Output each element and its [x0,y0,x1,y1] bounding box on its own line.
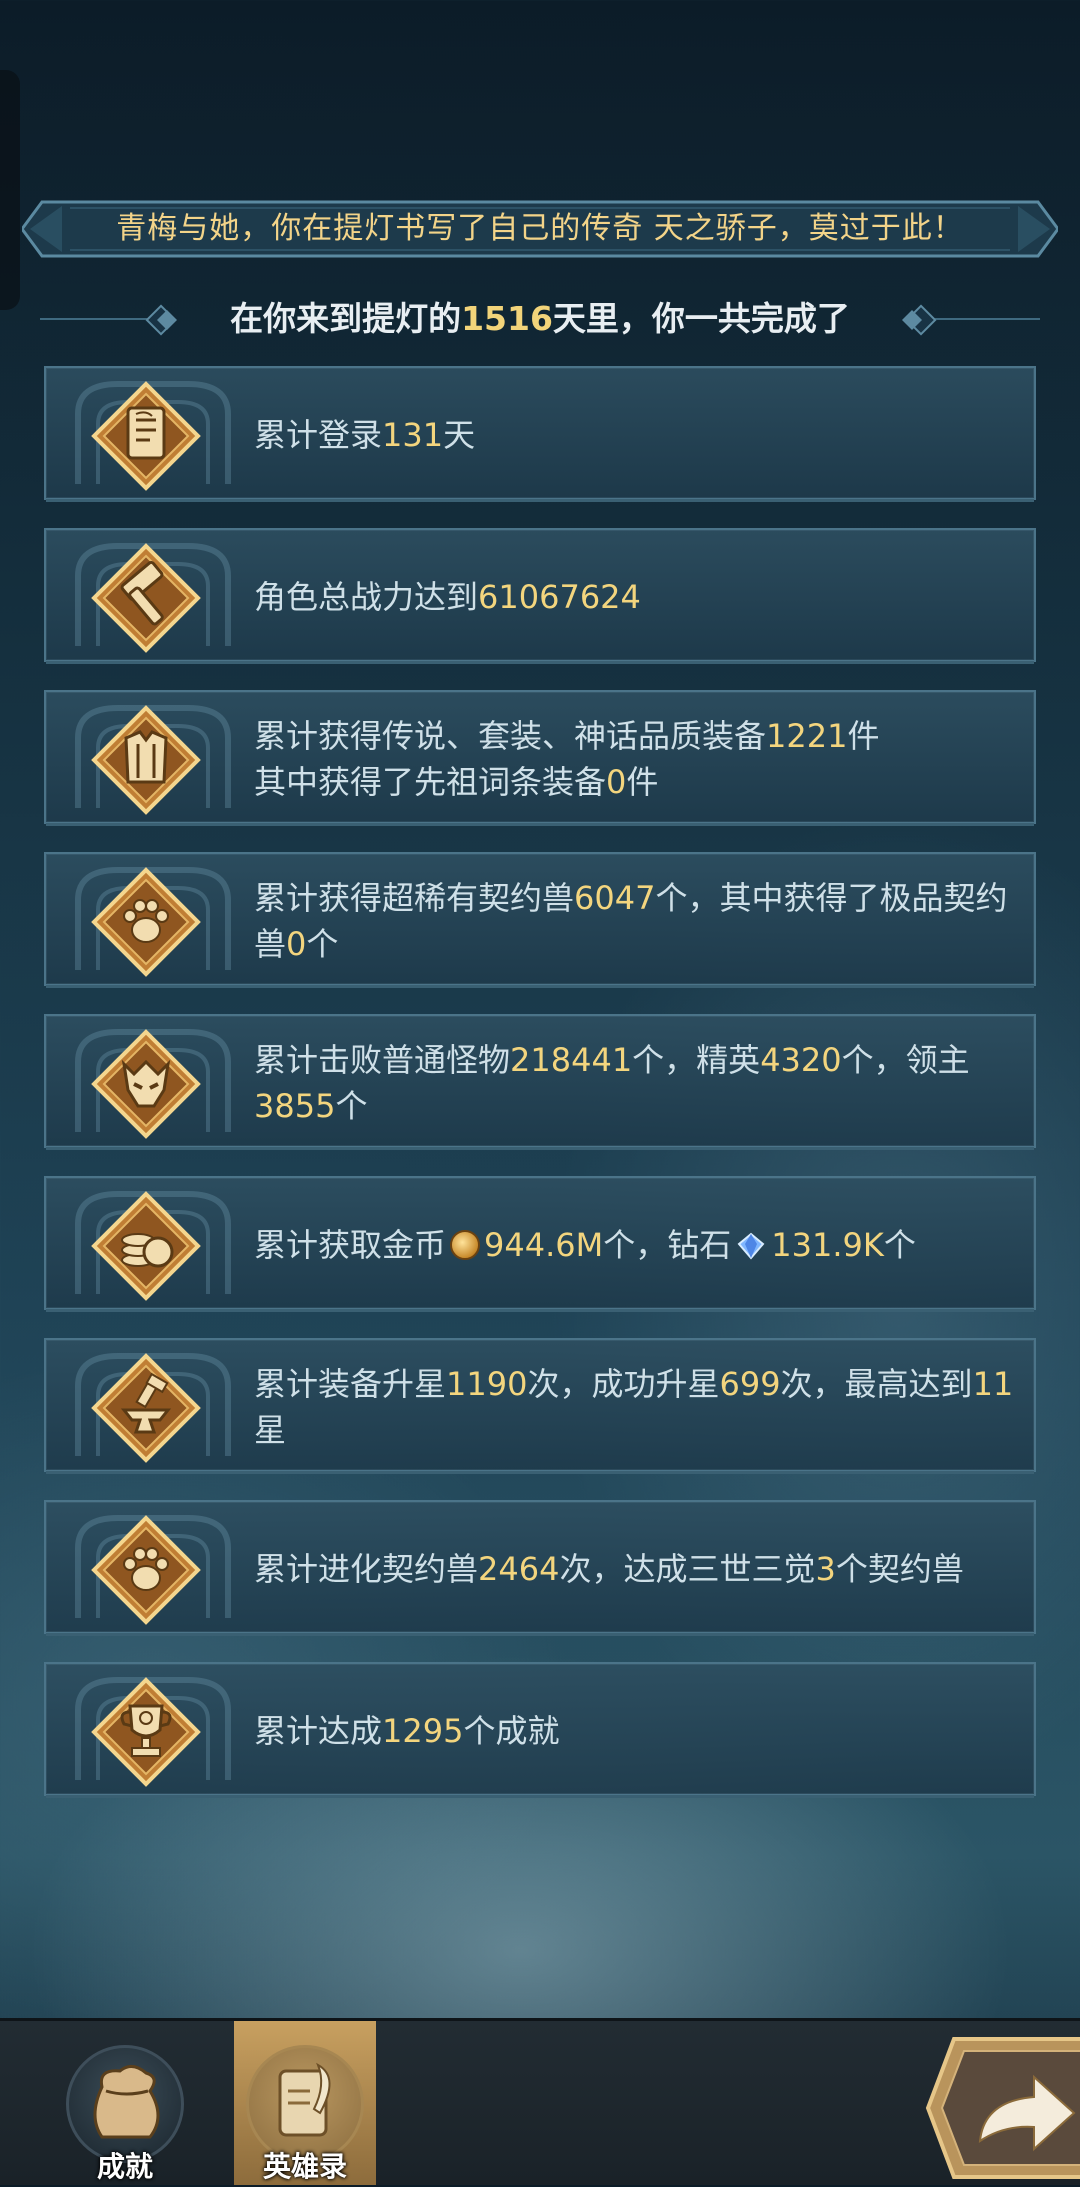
pouch-icon [93,2065,160,2139]
record-card: 累计登录131天 [44,366,1036,502]
trophy-icon [90,1676,202,1788]
record-card: 累计装备升星1190次，成功升星699次，最高达到11 星 [44,1338,1036,1474]
summary-prefix: 在你来到提灯的 [230,299,462,338]
record-label: 次，成功升星 [527,1365,720,1403]
record-card: 累计击败普通怪物218441个，精英4320个，领主 3855个 [44,1014,1036,1150]
tab-achievements[interactable]: 成就 [54,2021,196,2185]
record-label: 角色总战力达到 [254,578,479,616]
record-text: 角色总战力达到61067624 [254,530,1024,664]
record-value: 131 [382,416,444,454]
record-value: 6047 [574,879,656,917]
record-text: 累计登录131天 [254,368,1024,502]
record-label: 次，达成三世三觉 [559,1550,816,1588]
record-text: 累计获得传说、套装、神话品质装备1221件 其中获得了先祖词条装备0件 [254,692,1024,826]
record-value: 61067624 [478,578,641,616]
record-card: 累计获取金币 944.6M个，钻石 131.9K个 [44,1176,1036,1312]
armor-icon [90,704,202,816]
scroll-icon [90,380,202,492]
record-label: 累计获得超稀有契约兽 [254,879,575,917]
summary-suffix: 天里，你一共完成了 [552,299,850,338]
record-value: 699 [719,1365,781,1403]
diamond-icon [737,1226,765,1260]
record-label: 个 [335,1087,368,1125]
hammer-icon [90,542,202,654]
paw-icon [90,1514,202,1626]
record-label: 累计登录 [254,416,383,454]
record-card: 角色总战力达到61067624 [44,528,1036,664]
record-card: 累计获得超稀有契约兽6047个，其中获得了极品契约兽0个 [44,852,1036,988]
record-value: 1295 [382,1712,464,1750]
record-value: 11 [972,1365,1014,1403]
record-value: 944.6M [484,1226,604,1264]
paw-icon [90,866,202,978]
record-value: 3855 [254,1087,336,1125]
record-label: 个，钻石 [603,1226,732,1264]
record-label: 个 [306,925,339,963]
gold-coin-icon [450,1230,481,1260]
record-text: 累计装备升星1190次，成功升星699次，最高达到11 星 [254,1340,1024,1474]
record-label: 次，最高达到 [780,1365,973,1403]
anvil-icon [90,1352,202,1464]
record-label: 个契约兽 [835,1550,964,1588]
screen-notch [0,70,20,310]
record-value: 131.9K [771,1226,884,1264]
arrow-right-icon [925,2037,1080,2179]
banner-text: 青梅与她，你在提灯书写了自己的传奇 天之骄子，莫过于此！ [116,211,964,246]
record-label: 天 [443,416,476,454]
record-text: 累计进化契约兽2464次，达成三世三觉3个契约兽 [254,1502,1024,1636]
record-label: 累计击败普通怪物 [254,1041,511,1079]
record-label: 个成就 [463,1712,560,1750]
record-label: 累计达成 [254,1712,383,1750]
next-arrow-button[interactable] [924,2033,1080,2183]
record-label: 件 [626,763,659,801]
title-banner: 青梅与她，你在提灯书写了自己的传奇 天之骄子，莫过于此！ [22,196,1058,262]
record-label: 累计装备升星 [254,1365,447,1403]
record-label: 其中获得了先祖词条装备 [254,763,607,801]
record-label: 个 [883,1226,916,1264]
record-value: 2464 [478,1550,560,1588]
record-value: 1190 [446,1365,528,1403]
summary-days: 1516 [461,299,553,338]
record-label: 星 [254,1411,287,1449]
record-value: 218441 [510,1041,633,1079]
record-text: 累计获得超稀有契约兽6047个，其中获得了极品契约兽0个 [254,854,1024,988]
record-label: 累计获取金币 [254,1226,447,1264]
summary-heading: 在你来到提灯的1516天里，你一共完成了 [0,290,1080,348]
tab-achievements-label: 成就 [96,2150,153,2183]
record-value: 1221 [766,717,848,755]
record-label: 累计获得传说、套装、神话品质装备 [254,717,767,755]
record-text: 累计达成1295个成就 [254,1664,1024,1798]
record-value: 0 [286,925,307,963]
tab-hero-records[interactable]: 英雄录 [234,2021,376,2185]
coins-icon [90,1190,202,1302]
record-label: 个，领主 [841,1041,970,1079]
record-value: 3 [815,1550,836,1588]
record-text: 累计击败普通怪物218441个，精英4320个，领主 3855个 [254,1016,1024,1150]
record-label: 件 [847,717,880,755]
record-card: 累计进化契约兽2464次，达成三世三觉3个契约兽 [44,1500,1036,1636]
bottom-navigation: 成就 英雄录 [0,2018,1080,2185]
record-label: 累计进化契约兽 [254,1550,479,1588]
record-label: 个，精英 [632,1041,761,1079]
record-value: 0 [606,763,627,801]
record-card: 累计达成1295个成就 [44,1662,1036,1798]
record-value: 4320 [760,1041,842,1079]
tab-hero-records-label: 英雄录 [262,2150,347,2183]
scroll-quill-icon [278,2062,331,2137]
record-text: 累计获取金币 944.6M个，钻石 131.9K个 [254,1178,1024,1312]
demon-mask-icon [90,1028,202,1140]
record-card: 累计获得传说、套装、神话品质装备1221件 其中获得了先祖词条装备0件 [44,690,1036,826]
